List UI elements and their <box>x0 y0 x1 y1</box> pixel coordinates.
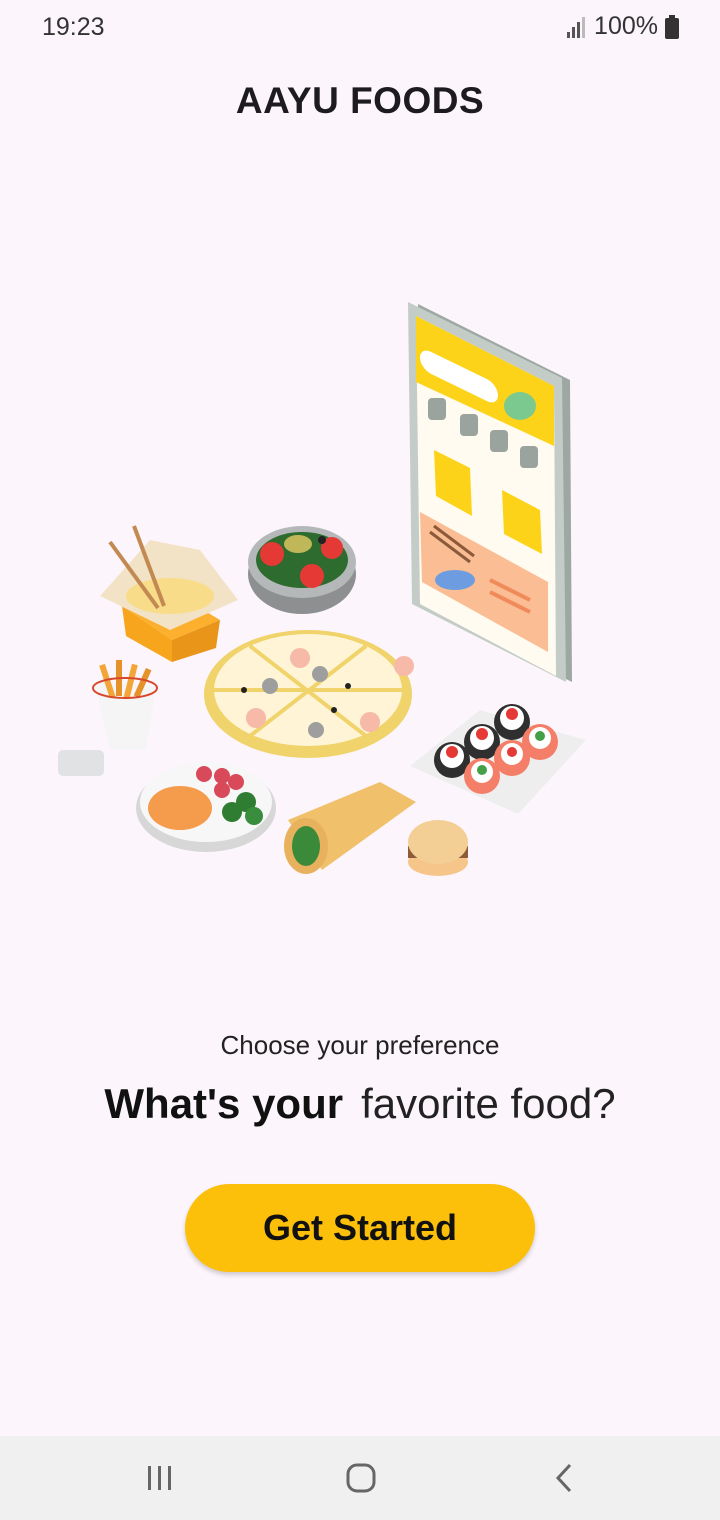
headline-light-text: favorite food? <box>361 1080 616 1127</box>
battery-icon <box>665 14 679 39</box>
back-button[interactable] <box>534 1454 594 1502</box>
status-indicators: 100% <box>566 12 680 41</box>
app-title: AAYU FOODS <box>235 80 485 121</box>
headline-bold-text: What's your <box>104 1080 344 1127</box>
pizza-illustration <box>204 630 414 758</box>
phone-illustration <box>408 302 572 682</box>
battery-percentage: 100% <box>594 12 658 40</box>
subtitle: Choose your preference <box>220 1030 500 1060</box>
burger-illustration <box>408 820 468 876</box>
plate-illustration <box>136 762 276 852</box>
recents-icon <box>148 1466 171 1490</box>
food-delivery-illustration <box>58 302 586 876</box>
status-time: 19:23 <box>42 13 105 41</box>
sauce-cup-illustration <box>58 750 104 776</box>
sushi-illustration <box>410 704 586 814</box>
signal-icon <box>567 16 586 38</box>
noodle-box-illustration <box>100 525 238 662</box>
back-icon <box>555 1463 572 1493</box>
get-started-button[interactable]: Get Started <box>185 1184 535 1272</box>
fries-illustration <box>92 660 158 750</box>
status-bar: 19:23 100% <box>0 0 720 56</box>
headline: What's your favorite food? <box>0 1080 720 1128</box>
burrito-illustration <box>284 782 416 874</box>
system-nav-bar <box>0 1436 720 1520</box>
home-icon <box>346 1463 376 1493</box>
salad-bowl-illustration <box>248 526 356 614</box>
home-button[interactable] <box>331 1454 391 1502</box>
recents-button[interactable] <box>130 1454 190 1502</box>
